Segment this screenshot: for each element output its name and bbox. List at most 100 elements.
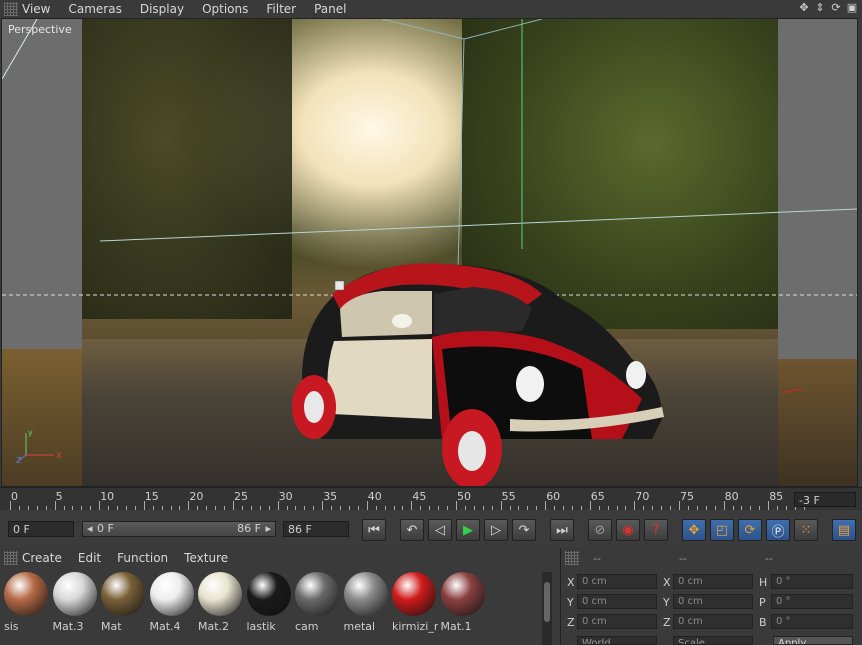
pos-z-field[interactable]: 0 cm bbox=[577, 614, 657, 629]
coord-mode-dropdown[interactable]: World bbox=[577, 636, 657, 645]
record-keys-button[interactable]: ⊘ bbox=[588, 519, 612, 541]
apply-button[interactable]: Apply bbox=[773, 636, 853, 645]
menu-function[interactable]: Function bbox=[117, 551, 168, 565]
move-tool-button[interactable]: ✥ bbox=[682, 519, 706, 541]
next-key-button[interactable]: ↷ bbox=[512, 519, 536, 541]
range-start-arrow-icon[interactable]: ◂ bbox=[87, 522, 93, 536]
material-swatch[interactable]: Mat bbox=[101, 572, 145, 633]
coord-header-position: -- bbox=[593, 551, 601, 565]
go-to-start-button[interactable]: ⏮ bbox=[362, 519, 386, 541]
go-to-end-button[interactable]: ⏭ bbox=[550, 519, 574, 541]
scale-icon: ◰ bbox=[715, 522, 729, 538]
grip-icon[interactable] bbox=[565, 551, 579, 565]
material-swatch[interactable]: Mat.3 bbox=[52, 572, 97, 633]
perspective-viewport[interactable]: Perspective y X Z bbox=[1, 18, 858, 487]
rotate-tool-button[interactable]: ⟳ bbox=[738, 519, 762, 541]
ruler-tick-label: 25 bbox=[234, 490, 248, 503]
point-level-button[interactable]: ⁙ bbox=[794, 519, 818, 541]
rot-p-field[interactable]: 0 ° bbox=[771, 594, 853, 609]
ruler-tick bbox=[464, 506, 466, 510]
parameter-button[interactable]: Ⓟ bbox=[766, 519, 790, 541]
ruler-tick bbox=[179, 506, 181, 510]
pos-x-label: X bbox=[567, 576, 575, 589]
menu-edit[interactable]: Edit bbox=[78, 551, 101, 565]
size-mode-dropdown[interactable]: Scale bbox=[673, 636, 753, 645]
pos-x-field[interactable]: 0 cm bbox=[577, 574, 657, 589]
material-scrollbar[interactable] bbox=[542, 572, 552, 645]
menu-texture[interactable]: Texture bbox=[184, 551, 228, 565]
end-frame-field[interactable]: 86 F bbox=[283, 521, 349, 537]
range-slider[interactable]: ◂ 0 F 86 F ▸ bbox=[82, 521, 276, 537]
ruler-tick bbox=[491, 506, 493, 510]
car-model bbox=[292, 263, 664, 486]
rot-p-label: P bbox=[759, 596, 766, 609]
current-frame-field[interactable]: -3 F bbox=[794, 492, 856, 507]
timeline-ruler[interactable]: 0 5 10 15 20 25 30 35 40 45 50 55 60 65 70 75 80 85 -3 F bbox=[0, 487, 862, 510]
ruler-tick-label: 60 bbox=[546, 490, 561, 503]
ruler-tick bbox=[295, 506, 297, 510]
ruler-tick bbox=[634, 501, 636, 510]
material-swatch[interactable]: Mat.4 bbox=[149, 572, 194, 633]
material-swatch[interactable]: cam bbox=[295, 572, 339, 633]
material-swatch[interactable]: lastik bbox=[246, 572, 291, 633]
size-x-field[interactable]: 0 cm bbox=[673, 574, 753, 589]
previous-key-button[interactable]: ↶ bbox=[400, 519, 424, 541]
material-swatch[interactable]: Mat.2 bbox=[198, 572, 242, 633]
ruler-tick bbox=[99, 501, 101, 510]
ruler-tick bbox=[277, 501, 279, 510]
step-forward-button[interactable]: ▷ bbox=[484, 519, 508, 541]
dolly-view-icon[interactable]: ⇕ bbox=[814, 1, 826, 15]
menu-panel[interactable]: Panel bbox=[314, 2, 346, 16]
step-back-button[interactable]: ◁ bbox=[428, 519, 452, 541]
material-preview-icon bbox=[149, 572, 194, 616]
size-z-label: Z bbox=[663, 616, 671, 629]
ruler-tick bbox=[152, 506, 154, 510]
ruler-tick-label: 80 bbox=[724, 490, 739, 503]
ruler-tick bbox=[366, 501, 368, 510]
material-manager: Create Edit Function Texture sis Mat.3 Mat… bbox=[0, 548, 558, 645]
menu-view[interactable]: View bbox=[22, 2, 50, 16]
range-end-arrow-icon[interactable]: ▸ bbox=[265, 522, 271, 536]
ruler-tick bbox=[54, 501, 56, 510]
autokey-button[interactable]: ◉ bbox=[616, 519, 640, 541]
size-y-field[interactable]: 0 cm bbox=[673, 594, 753, 609]
grip-icon[interactable] bbox=[4, 2, 18, 16]
menu-display[interactable]: Display bbox=[140, 2, 184, 16]
ruler-tick bbox=[27, 506, 29, 510]
ruler-tick bbox=[705, 506, 707, 510]
pos-y-field[interactable]: 0 cm bbox=[577, 594, 657, 609]
menu-cameras[interactable]: Cameras bbox=[68, 2, 121, 16]
material-swatch[interactable]: Mat.1 bbox=[440, 572, 485, 633]
parameter-icon: Ⓟ bbox=[771, 524, 785, 540]
rot-h-field[interactable]: 0 ° bbox=[771, 574, 853, 589]
keyframe-selection-button[interactable]: ? bbox=[644, 519, 668, 541]
ruler-tick bbox=[81, 506, 83, 510]
material-preview-icon bbox=[295, 572, 339, 616]
material-swatch[interactable]: kirmizi_r bbox=[392, 572, 438, 633]
start-frame-field[interactable]: 0 F bbox=[8, 521, 74, 537]
material-swatch[interactable]: sis bbox=[4, 572, 48, 633]
scale-tool-button[interactable]: ◰ bbox=[710, 519, 734, 541]
timeline-button[interactable]: ▤ bbox=[832, 519, 856, 541]
material-name: Mat.2 bbox=[198, 620, 230, 633]
viewport-label[interactable]: Perspective bbox=[8, 23, 72, 36]
ruler-tick bbox=[402, 506, 404, 510]
coordinate-manager: -- -- -- X 0 cm X 0 cm H 0 ° Y 0 cm Y 0 … bbox=[560, 548, 862, 645]
ruler-tick bbox=[411, 501, 413, 510]
rot-b-field[interactable]: 0 ° bbox=[771, 614, 853, 629]
menu-create[interactable]: Create bbox=[22, 551, 62, 565]
menu-filter[interactable]: Filter bbox=[266, 2, 296, 16]
size-z-field[interactable]: 0 cm bbox=[673, 614, 753, 629]
rotate-view-icon[interactable]: ⟳ bbox=[830, 1, 842, 15]
menu-options[interactable]: Options bbox=[202, 2, 248, 16]
material-preview-icon bbox=[4, 572, 48, 616]
x-axis-guide bbox=[781, 388, 803, 394]
ruler-tick-label: 75 bbox=[680, 490, 694, 503]
material-swatch[interactable]: metal bbox=[343, 572, 388, 633]
grip-icon[interactable] bbox=[4, 551, 18, 565]
ruler-tick bbox=[134, 506, 136, 510]
ruler-tick bbox=[384, 506, 386, 510]
play-button[interactable]: ▶ bbox=[456, 519, 480, 541]
maximize-view-icon[interactable]: ▣ bbox=[846, 1, 858, 15]
move-view-icon[interactable]: ✥ bbox=[798, 1, 810, 15]
